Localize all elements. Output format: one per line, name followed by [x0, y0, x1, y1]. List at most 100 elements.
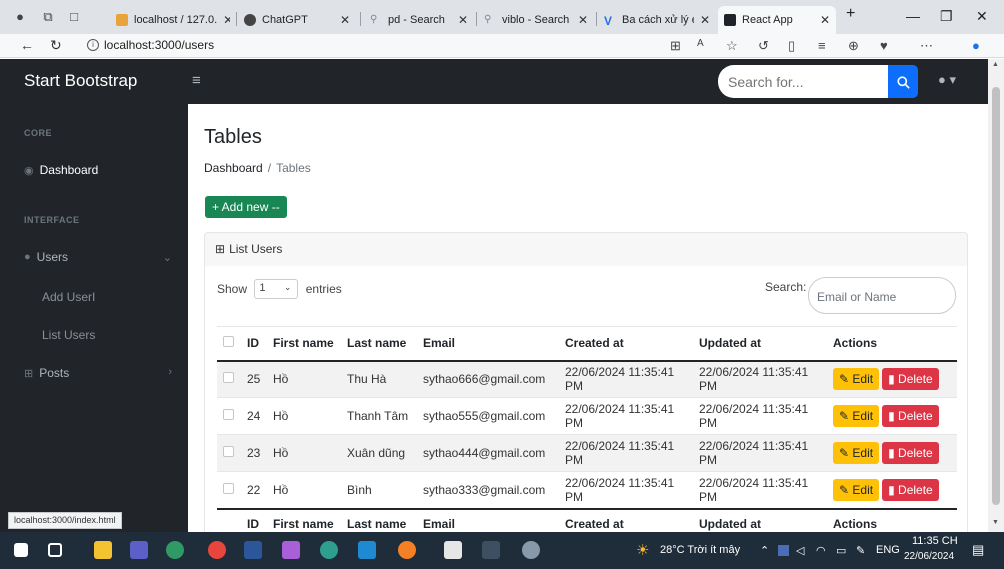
row-checkbox[interactable] [217, 360, 241, 398]
sidebar-toggle-icon[interactable]: ≡ [192, 72, 201, 89]
task-view-icon[interactable] [48, 543, 62, 557]
sidebar-item-label: Posts [39, 366, 70, 380]
vscode-icon[interactable] [358, 541, 376, 559]
close-tab-icon[interactable]: ✕ [572, 13, 588, 27]
col-created-at[interactable]: Created at [559, 326, 693, 362]
tray-app-icon[interactable] [778, 545, 789, 556]
clock-time[interactable]: 11:35 CH [912, 535, 958, 547]
row-checkbox[interactable] [217, 434, 241, 472]
tab-viblo-search[interactable]: ⚲ viblo - Search ✕ [478, 6, 594, 34]
col-id[interactable]: ID [241, 326, 267, 362]
tab-viblo-article[interactable]: V Ba cách xử lý eve ✕ [598, 6, 716, 34]
close-tab-icon[interactable]: ✕ [814, 13, 830, 27]
windows-taskbar: ☀ 28°C Trời ít mây ⌃ ◁ ◠ ▭ ✎ ENG 11:35 C… [0, 532, 1004, 569]
workspaces-icon[interactable]: ⧉ [40, 9, 56, 25]
visual-studio-icon[interactable] [282, 541, 300, 559]
close-tab-icon[interactable]: ✕ [452, 13, 468, 27]
delete-button[interactable]: ▮ Delete [882, 478, 939, 501]
add-new-button[interactable]: + Add new -- [205, 196, 287, 218]
tab-actions-icon[interactable]: □ [66, 9, 82, 25]
app-icon[interactable] [522, 541, 540, 559]
terminal-icon[interactable] [482, 541, 500, 559]
profile-icon[interactable]: ● [12, 9, 28, 25]
favorite-star-icon[interactable]: ☆ [726, 38, 738, 54]
select-all-checkbox[interactable] [217, 326, 241, 362]
teams-icon[interactable] [130, 541, 148, 559]
restore-icon[interactable]: ❐ [940, 8, 953, 25]
delete-button[interactable]: ▮ Delete [882, 368, 939, 391]
url-field[interactable]: localhost:3000/users [104, 38, 214, 52]
sidebar-item-posts[interactable]: ⊞ Posts [24, 366, 69, 380]
table-search-input[interactable]: Email or Name [808, 277, 956, 314]
edge-icon[interactable] [320, 541, 338, 559]
chevron-up-icon[interactable]: ⌃ [760, 544, 769, 557]
windows-start-icon[interactable] [14, 543, 28, 557]
col-updated-at[interactable]: Updated at [693, 326, 827, 362]
wifi-icon[interactable]: ◠ [816, 544, 826, 557]
close-tab-icon[interactable]: ✕ [217, 13, 230, 27]
delete-button[interactable]: ▮ Delete [882, 442, 939, 464]
user-menu-icon[interactable]: ● ▾ [938, 72, 956, 88]
close-tab-icon[interactable]: ✕ [334, 13, 350, 27]
clock-date[interactable]: 22/06/2024 [904, 551, 954, 562]
close-window-icon[interactable]: ✕ [976, 8, 988, 25]
minimize-icon[interactable]: — [906, 8, 920, 24]
battery-icon[interactable]: ▭ [836, 544, 846, 557]
sidebar-item-dashboard[interactable]: ◉ Dashboard [24, 163, 98, 177]
cell-email: sythao444@gmail.com [417, 434, 559, 472]
volume-icon[interactable]: ◁ [796, 544, 804, 557]
xampp-icon[interactable] [166, 541, 184, 559]
pen-icon[interactable]: ✎ [856, 544, 865, 557]
row-checkbox[interactable] [217, 471, 241, 509]
more-icon[interactable]: ⋯ [920, 38, 933, 54]
scroll-down-icon[interactable]: ▼ [992, 519, 999, 526]
breadcrumb-home[interactable]: Dashboard [204, 161, 263, 175]
collections-icon[interactable]: ⊕ [848, 38, 859, 54]
sidebar-item-list-users[interactable]: List Users [42, 328, 95, 342]
tab-phpmyadmin[interactable]: localhost / 127.0. ✕ [110, 6, 230, 34]
close-tab-icon[interactable]: ✕ [694, 13, 710, 27]
extensions-icon[interactable]: ↺ [758, 38, 769, 54]
edit-button[interactable]: ✎ Edit [833, 478, 880, 501]
new-tab-button[interactable]: + [846, 5, 855, 23]
read-aloud-icon[interactable]: A [697, 38, 704, 49]
sidebar-item-add-user[interactable]: Add UserI [42, 290, 95, 304]
navbar-search-input[interactable] [718, 65, 890, 98]
refresh-icon[interactable]: ↻ [50, 37, 62, 54]
favorites-icon[interactable]: ≡ [818, 38, 826, 53]
scroll-thumb[interactable] [992, 87, 1000, 505]
brand-logo[interactable]: Start Bootstrap [24, 71, 137, 91]
word-icon[interactable] [244, 541, 262, 559]
edit-button[interactable]: ✎ Edit [833, 405, 880, 427]
app-icon[interactable] [444, 541, 462, 559]
chrome-icon[interactable] [208, 541, 226, 559]
language-indicator[interactable]: ENG [876, 544, 900, 556]
entries-select[interactable]: 1 ⌄ [254, 279, 299, 299]
sidebar-item-users[interactable]: ● Users [24, 250, 174, 264]
delete-button[interactable]: ▮ Delete [882, 405, 939, 427]
tab-react-app[interactable]: React App ✕ [718, 6, 836, 34]
scroll-up-icon[interactable]: ▲ [992, 61, 999, 68]
notifications-icon[interactable]: ▤ [972, 542, 984, 558]
search-button[interactable] [888, 65, 918, 98]
copilot-icon[interactable]: ● [972, 38, 980, 53]
info-icon[interactable]: i [87, 39, 99, 51]
col-email[interactable]: Email [417, 326, 559, 362]
edit-button[interactable]: ✎ Edit [833, 442, 880, 464]
file-explorer-icon[interactable] [94, 541, 112, 559]
col-first-name[interactable]: First name [267, 326, 341, 362]
weather-text[interactable]: 28°C Trời ít mây [660, 544, 740, 556]
performance-icon[interactable]: ♥ [880, 38, 888, 53]
page-scrollbar[interactable]: ▲ ▼ [988, 59, 1004, 532]
back-icon[interactable]: ← [20, 37, 34, 53]
edit-button[interactable]: ✎ Edit [833, 368, 880, 391]
tab-chatgpt[interactable]: ChatGPT ✕ [238, 6, 356, 34]
col-last-name[interactable]: Last name [341, 326, 417, 362]
postman-icon[interactable] [398, 541, 416, 559]
chevron-right-icon[interactable]: › [168, 366, 172, 378]
tab-pd-search[interactable]: ⚲ pd - Search ✕ [364, 6, 474, 34]
apps-icon[interactable]: ⊞ [670, 38, 681, 54]
chevron-down-icon[interactable]: ⌄ [163, 251, 172, 264]
row-checkbox[interactable] [217, 397, 241, 435]
split-screen-icon[interactable]: ▯ [788, 38, 795, 54]
